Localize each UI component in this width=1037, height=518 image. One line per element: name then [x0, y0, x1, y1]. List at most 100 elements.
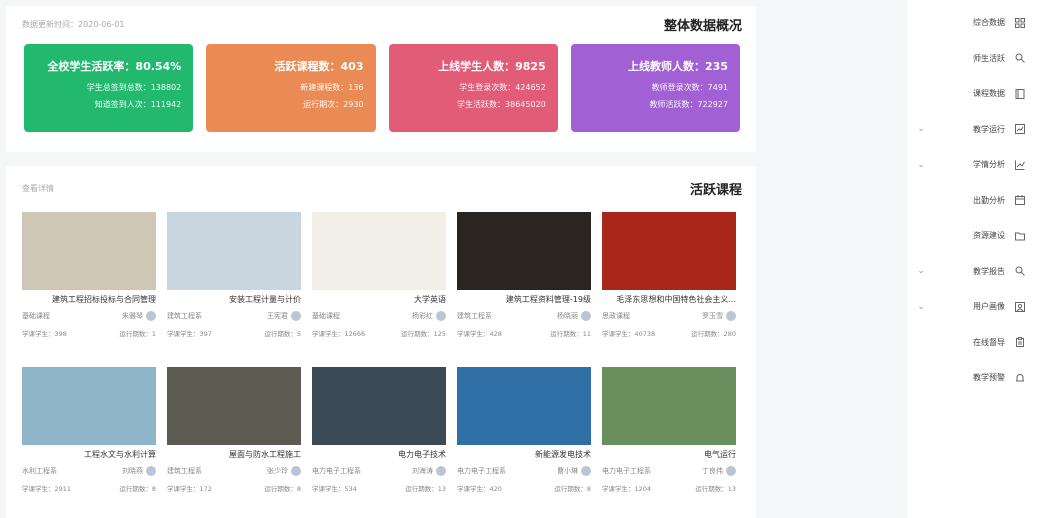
sidebar-item[interactable]: 资源建设 [907, 218, 1037, 254]
teacher-name: 杨晓丽 [557, 312, 578, 320]
chevron-down-icon[interactable]: ⌄ [915, 302, 927, 312]
clipboard-icon [1015, 337, 1025, 348]
course-meta: 电力电子工程系 曹小琳 [457, 465, 591, 477]
course-card[interactable]: 电力电子技术 电力电子工程系 刘海涛学课学生：534 运行期数：13 [312, 367, 446, 510]
course-card[interactable]: 安装工程计量与计价 建筑工程系 王宪君 学课学生：397 运行期数：5 [167, 212, 301, 355]
courses-title: 活跃课程 [689, 182, 742, 198]
course-teacher: 杨晓丽 [557, 311, 591, 321]
course-meta: 电力电子工程系 丁良伟 [602, 465, 736, 477]
course-students: 学课学生：2911 [22, 485, 72, 493]
course-title[interactable]: 建筑工程招标投标与合同管理 [22, 294, 156, 306]
grid-icon [1015, 17, 1025, 28]
course-card[interactable]: 屋面与防水工程施工 建筑工程系 张少玲 学课学生：172 运行期数：8 [167, 367, 301, 510]
sidebar-item[interactable]: 教学预警 [907, 360, 1037, 396]
course-meta: 基础课程 朱雅琴 [22, 310, 156, 322]
course-thumbnail[interactable] [602, 212, 736, 290]
sidebar-item[interactable]: ⌄ 教学运行 [907, 112, 1037, 148]
sidebar-item[interactable]: ⌄ 用户画像 [907, 289, 1037, 325]
course-periods: 运行期数：13 [695, 485, 736, 493]
course-periods: 运行期数：13 [405, 485, 446, 493]
course-category: 电力电子工程系 [312, 467, 361, 475]
stat-card[interactable]: 活跃课程数：403 新建课程数：136 运行期次：2930 [206, 44, 376, 132]
sidebar-item[interactable]: 师生活跃 [907, 41, 1037, 77]
avatar [146, 311, 156, 321]
stat-card[interactable]: 上线学生人数：9825 学生登录次数：424652 学生活跃数：38645020 [388, 44, 558, 132]
course-category: 建筑工程系 [167, 312, 202, 320]
course-card[interactable]: 电气运行电力电子工程系 丁良伟 学课学生：1204 运行期数：13 [602, 367, 736, 510]
stat-card-l1: 全校学生活跃率：80.54% [47, 60, 182, 73]
sidebar-item-label: 在线督导 [973, 337, 1005, 347]
course-card[interactable]: 大学英语基础课程 杨彩红学课学生：12666 运行期数：125 [312, 212, 446, 355]
course-thumbnail[interactable] [22, 367, 156, 445]
course-stats: 学课学生：172 运行期数：8 [167, 483, 301, 493]
book-icon [1015, 88, 1025, 99]
view-details-link[interactable]: 查看详情 [22, 183, 54, 194]
course-thumbnail[interactable] [312, 367, 446, 445]
teacher-name: 张少玲 [267, 467, 288, 475]
course-teacher: 王宪君 [267, 311, 301, 321]
sidebar-item[interactable]: 课程数据 [907, 76, 1037, 112]
course-teacher: 丁良伟 [702, 466, 736, 476]
sidebar-item-label: 教学运行 [973, 124, 1005, 134]
course-title[interactable]: 电力电子技术 [312, 449, 446, 461]
course-thumbnail[interactable] [167, 367, 301, 445]
avatar [581, 311, 591, 321]
course-stats: 学课学生：428 运行期数：11 [457, 328, 591, 338]
course-thumbnail[interactable] [457, 367, 591, 445]
course-category: 建筑工程系 [457, 312, 492, 320]
sidebar-item[interactable]: 在线督导 [907, 325, 1037, 361]
teacher-name: 曹小琳 [557, 467, 578, 475]
course-card[interactable]: 毛泽东思想和中国特色社会主义... 思政课程 罗玉雪 学课学生：40738 运行期数：2… [602, 212, 736, 355]
course-meta: 电力电子工程系 刘海涛 [312, 465, 446, 477]
sidebar: 综合数据 师生活跃 课程数据 ⌄ 教学运行 ⌄ 学情分析 出勤分析 资源建设 ⌄ 教学报告 ⌄ 用户画像… [907, 0, 1037, 518]
course-thumbnail[interactable] [167, 212, 301, 290]
sidebar-item[interactable]: 综合数据 [907, 5, 1037, 41]
course-title[interactable]: 大学英语 [312, 294, 446, 306]
course-thumbnail[interactable] [312, 212, 446, 290]
course-meta: 基础课程 杨彩红 [312, 310, 446, 322]
course-title[interactable]: 新能源发电技术 [457, 449, 591, 461]
stat-card-l1: 上线学生人数：9825 [438, 60, 546, 73]
course-card[interactable]: 建筑工程招标投标与合同管理 基础课程 朱雅琴 学课学生：398 运行期数：1 [22, 212, 156, 355]
course-stats: 学课学生：534 运行期数：13 [312, 483, 446, 493]
course-students: 学课学生：397 [167, 330, 212, 338]
stat-card[interactable]: 全校学生活跃率：80.54% 学生总签到总数：138802 知道签到人次：11194… [24, 44, 194, 132]
chevron-down-icon[interactable]: ⌄ [915, 160, 927, 170]
chevron-down-icon[interactable]: ⌄ [915, 266, 927, 276]
teacher-name: 王宪君 [267, 312, 288, 320]
course-category: 水利工程系 [22, 467, 57, 475]
sidebar-item[interactable]: ⌄ 教学报告 [907, 254, 1037, 290]
chevron-down-icon[interactable]: ⌄ [915, 124, 927, 134]
sidebar-item[interactable]: 出勤分析 [907, 183, 1037, 219]
course-title[interactable]: 毛泽东思想和中国特色社会主义... [602, 294, 736, 306]
course-thumbnail[interactable] [457, 212, 591, 290]
avatar [436, 311, 446, 321]
course-title[interactable]: 电气运行 [602, 449, 736, 461]
main-content: 数据更新时间：2020-06-01 整体数据概况 全校学生活跃率：80.54% 学… [6, 0, 756, 518]
course-periods: 运行期数：11 [550, 330, 591, 338]
course-card[interactable]: 新能源发电技术 电力电子工程系 曹小琳 学课学生：420 运行期数：8 [457, 367, 591, 510]
course-meta: 思政课程 罗玉雪 [602, 310, 736, 322]
course-title[interactable]: 工程水文与水利计算 [22, 449, 156, 461]
course-category: 思政课程 [602, 312, 630, 320]
course-category: 基础课程 [22, 312, 50, 320]
course-thumbnail[interactable] [602, 367, 736, 445]
course-students: 学课学生：12666 [312, 330, 366, 338]
course-title[interactable]: 安装工程计量与计价 [167, 294, 301, 306]
course-stats: 学课学生：40738 运行期数：280 [602, 328, 736, 338]
sidebar-item-label: 用户画像 [973, 302, 1005, 312]
course-card[interactable]: 建筑工程资料管理-19级建筑工程系 杨晓丽学课学生：428 运行期数：11 [457, 212, 591, 355]
course-title[interactable]: 屋面与防水工程施工 [167, 449, 301, 461]
sidebar-item-label: 教学预警 [973, 373, 1005, 383]
calendar-icon [1015, 195, 1025, 206]
course-card[interactable]: 工程水文与水利计算 水利工程系 刘晓燕 学课学生：2911 运行期数：8 [22, 367, 156, 510]
course-students: 学课学生：534 [312, 485, 357, 493]
course-title[interactable]: 建筑工程资料管理-19级 [457, 294, 591, 306]
course-thumbnail[interactable] [22, 212, 156, 290]
teacher-name: 丁良伟 [702, 467, 723, 475]
course-periods: 运行期数：125 [401, 330, 446, 338]
stat-card[interactable]: 上线教师人数：235 教师登录次数：7491 教师活跃数：722927 [570, 44, 740, 132]
sidebar-item[interactable]: ⌄ 学情分析 [907, 147, 1037, 183]
course-stats: 学课学生：1204 运行期数：13 [602, 483, 736, 493]
teacher-name: 朱雅琴 [122, 312, 143, 320]
